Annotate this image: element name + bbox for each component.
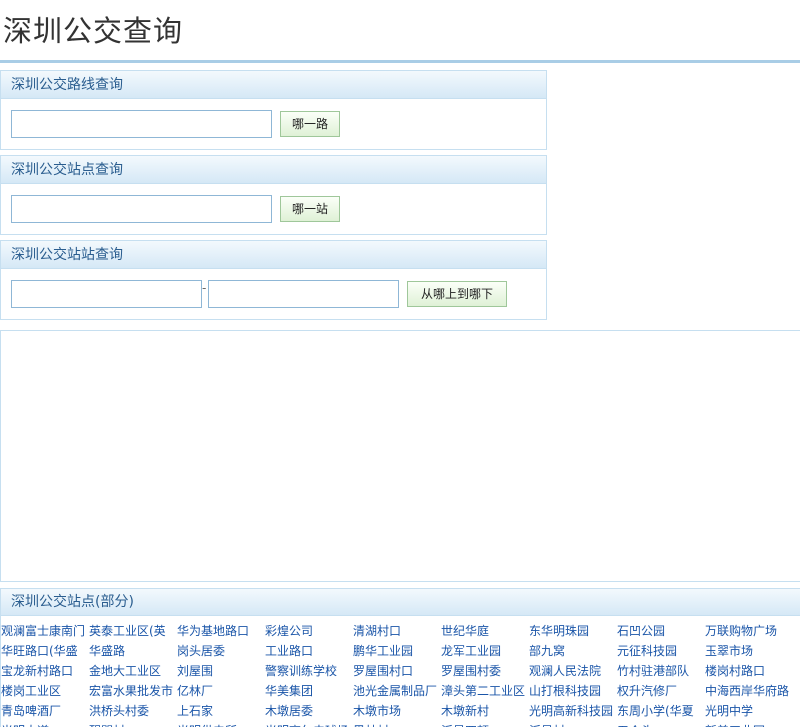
stop-link[interactable]: 观澜富士康南门 [1,621,89,641]
stop-link[interactable]: 东周小学(华夏 [617,701,705,721]
stop-link[interactable]: 光明供电所 [177,721,265,727]
route-input[interactable] [11,110,272,138]
stop-link[interactable]: 华为基地路口 [177,621,265,641]
stop-link[interactable]: 玉翠市场 [705,641,793,661]
page-title: 深圳公交查询 [3,14,184,48]
stop-link[interactable]: 池光金属制品厂 [353,681,441,701]
stop-link[interactable]: 英泰工业区(英 [89,621,177,641]
stop-link[interactable]: 观澜人民法院 [529,661,617,681]
transfer-search-button[interactable]: 从哪上到哪下 [407,281,507,307]
stop-link[interactable]: 木墩市场 [353,701,441,721]
stop-link[interactable]: 清湖村口 [353,621,441,641]
stop-link[interactable]: 楼岗村路口 [705,661,793,681]
stop-link[interactable]: 东华明珠园 [529,621,617,641]
stop-link[interactable]: 部九窝 [529,641,617,661]
stop-link[interactable]: 木墩居委 [265,701,353,721]
stop-link[interactable]: 醒閭村 [89,721,177,727]
stop-link[interactable]: 光明高尔夫球场 [265,721,353,727]
stop-link[interactable]: 金地大工业区 [89,661,177,681]
station-input[interactable] [11,195,272,223]
stop-link[interactable]: 彩煌公司 [265,621,353,641]
stops-panel: 深圳公交站点(部分) 观澜富士康南门 英泰工业区(英 华为基地路口 彩煌公司 清湖村口世… [0,588,800,727]
stop-link[interactable]: 上石家 [177,701,265,721]
stop-link[interactable]: 泛星村 [529,721,617,727]
stop-link[interactable]: 光明高新科技园 [529,701,617,721]
title-divider [0,60,800,63]
stop-link[interactable]: 华美集团 [265,681,353,701]
stop-link[interactable]: 亿林厂 [177,681,265,701]
stop-link[interactable]: 鹏华工业园 [353,641,441,661]
from-station-input[interactable] [11,280,202,308]
stop-link[interactable]: 楼岗工业区 [1,681,89,701]
stop-link[interactable]: 五个头 [617,721,705,727]
route-search-button[interactable]: 哪一路 [280,111,340,137]
stop-link[interactable]: 龙军工业园 [441,641,529,661]
stop-link[interactable]: 警察训练学校 [265,661,353,681]
stop-link[interactable]: 山打根科技园 [529,681,617,701]
stop-link[interactable]: 罗屋围村委 [441,661,529,681]
transfer-query-panel: 深圳公交站站查询 - 从哪上到哪下 [0,240,547,320]
to-station-input[interactable] [208,280,399,308]
stop-link[interactable]: 新美工业园 [705,721,793,727]
stop-link[interactable]: 宏富水果批发市 [89,681,177,701]
result-area [0,330,800,582]
route-query-title: 深圳公交路线查询 [1,71,546,99]
stop-link[interactable]: 泛星四顿 [441,721,529,727]
stops-title: 深圳公交站点(部分) [1,589,800,616]
station-query-title: 深圳公交站点查询 [1,156,546,184]
range-separator: - [202,281,207,295]
stop-link[interactable]: 洪桥头村委 [89,701,177,721]
stop-link[interactable]: 岗头居委 [177,641,265,661]
stop-link[interactable]: 石凹公园 [617,621,705,641]
stop-link[interactable]: 权升汽修厂 [617,681,705,701]
route-query-panel: 深圳公交路线查询 哪一路 [0,70,547,150]
stops-list: 观澜富士康南门 英泰工业区(英 华为基地路口 彩煌公司 清湖村口 世纪华庭 东华明珠园 石凹公… [1,616,800,727]
stop-link[interactable]: 罗屋围村口 [353,661,441,681]
transfer-query-title: 深圳公交站站查询 [1,241,546,269]
station-search-button[interactable]: 哪一站 [280,196,340,222]
stop-link[interactable]: 漳头第二工业区 [441,681,529,701]
stop-link[interactable]: 木墩新村 [441,701,529,721]
station-query-panel: 深圳公交站点查询 哪一站 [0,155,547,235]
stop-link[interactable]: 宝龙新村路口 [1,661,89,681]
stop-link[interactable]: 华旺路口(华盛 [1,641,89,661]
stop-link[interactable]: 刘屋围 [177,661,265,681]
stop-link[interactable]: 青岛啤酒厂 [1,701,89,721]
stop-link[interactable]: 世纪华庭 [441,621,529,641]
stop-link[interactable]: 中海西岸华府路 [705,681,793,701]
stop-link[interactable]: 光明大道 [1,721,89,727]
stop-link[interactable]: 万联购物广场 [705,621,793,641]
stop-link[interactable]: 元征科技园 [617,641,705,661]
stop-link[interactable]: 黑林村 [353,721,441,727]
stop-link[interactable]: 工业路口 [265,641,353,661]
stop-link[interactable]: 光明中学 [705,701,793,721]
stop-link[interactable]: 华盛路 [89,641,177,661]
stop-link[interactable]: 竹村驻港部队 [617,661,705,681]
